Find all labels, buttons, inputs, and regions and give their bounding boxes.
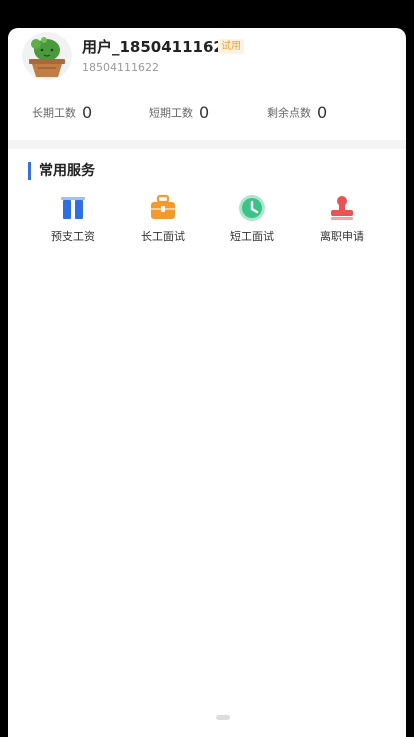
service-label: 离职申请 [320,230,364,243]
wallet-icon [61,197,85,219]
stat-value: 0 [317,103,328,122]
service-resignation[interactable]: 离职申请 [307,194,377,246]
stat-value: 0 [199,103,210,122]
trial-badge: 试用 [218,39,244,54]
stat-short-term[interactable]: 短期工数 0 [149,102,209,122]
phone-number: 18504111622 [82,61,159,74]
service-label: 长工面试 [141,230,185,243]
stat-value: 0 [82,103,93,122]
stat-long-term[interactable]: 长期工数 0 [32,102,92,122]
app-screen: 用户_18504111622 试用 18504111622 长期工数 0 短期工数… [8,28,406,737]
service-long-term-interview[interactable]: 长工面试 [128,194,198,246]
services-grid: 预支工资 长工面试 短工面试 离职申请 [8,194,406,250]
stat-label: 剩余点数 [267,106,311,120]
avatar[interactable] [22,32,72,80]
username: 用户_18504111622 [82,38,235,56]
profile-header[interactable]: 用户_18504111622 试用 18504111622 [8,28,406,106]
clock-icon [239,195,265,221]
stamp-icon [331,196,353,220]
stat-label: 长期工数 [32,106,76,120]
service-label: 预支工资 [51,230,95,243]
service-advance-salary[interactable]: 预支工资 [38,194,108,246]
service-label: 短工面试 [230,230,274,243]
service-short-term-interview[interactable]: 短工面试 [217,194,287,246]
stat-label: 短期工数 [149,106,193,120]
section-divider [8,140,406,149]
stats-row: 长期工数 0 短期工数 0 剩余点数 0 [8,102,406,124]
stat-remaining-points[interactable]: 剩余点数 0 [267,102,327,122]
cactus-pot-icon [29,37,65,77]
briefcase-icon [151,194,175,219]
section-title: 常用服务 [28,162,95,180]
home-indicator[interactable] [216,715,230,720]
